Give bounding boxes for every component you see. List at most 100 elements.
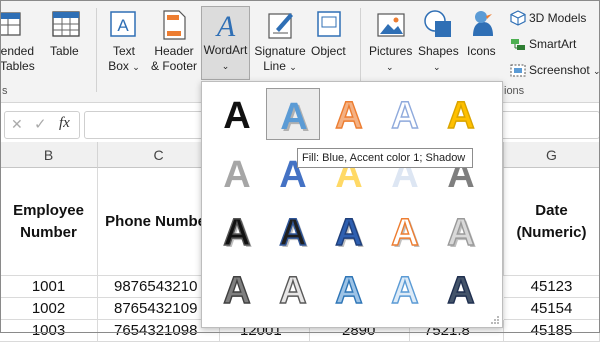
svg-text:A: A xyxy=(447,95,474,137)
table-cell[interactable]: 45123 xyxy=(504,276,600,298)
svg-text:A: A xyxy=(223,270,250,312)
text-box-icon[interactable]: A xyxy=(108,9,138,39)
wordart-letter-icon: AA xyxy=(335,211,365,256)
wordart-style-pattern-white-gray[interactable]: A xyxy=(266,263,320,315)
svg-text:A: A xyxy=(279,212,306,254)
wordart-button[interactable]: A WordArt ⌄ xyxy=(201,6,250,80)
header-footer-icon[interactable] xyxy=(159,9,189,41)
group-separator xyxy=(360,8,361,92)
wordart-letter-icon: AA xyxy=(223,211,253,256)
svg-text:A: A xyxy=(391,270,418,312)
group-separator xyxy=(96,8,97,92)
wordart-letter-icon: A xyxy=(391,269,420,312)
wordart-style-gradient-silver[interactable]: AA xyxy=(434,205,488,257)
wordart-letter-icon: AA xyxy=(280,96,309,140)
table-cell[interactable]: 1003 xyxy=(0,320,98,342)
table-cell[interactable]: 1002 xyxy=(0,298,98,320)
svg-text:A: A xyxy=(223,154,250,196)
svg-text:A: A xyxy=(117,16,129,35)
wordart-label: WordArt xyxy=(203,43,248,57)
svg-text:A: A xyxy=(447,212,474,254)
column-header-g[interactable]: G xyxy=(504,142,600,168)
svg-text:A: A xyxy=(335,95,362,137)
table-icon[interactable] xyxy=(51,9,81,39)
wordart-letter-icon: A xyxy=(223,269,252,312)
signature-line-icon[interactable] xyxy=(266,9,296,41)
table-cell[interactable]: 45154 xyxy=(504,298,600,320)
chevron-down-icon: ⌄ xyxy=(221,61,230,71)
svg-text:A: A xyxy=(335,212,362,254)
svg-text:A: A xyxy=(335,270,362,312)
chevron-down-icon: ⌄ xyxy=(386,62,394,72)
wordart-style-fill-blue-accent1-shadow[interactable]: AA xyxy=(266,88,320,140)
svg-text:A: A xyxy=(215,10,236,41)
wordart-letter-icon: A xyxy=(223,154,250,196)
table-button[interactable]: Table xyxy=(50,44,79,59)
extended-tables-label[interactable]: ended Tables xyxy=(0,44,35,74)
wordart-style-fill-black-blue-shadow[interactable]: AA xyxy=(266,205,320,257)
header-cell-date-numeric[interactable]: Date (Numeric) xyxy=(504,168,600,276)
header-footer-button[interactable]: Header & Footer xyxy=(149,44,199,74)
signature-line-button[interactable]: Signature Line ⌄ xyxy=(252,44,308,75)
wordart-style-fill-white-outline-accent1[interactable]: A xyxy=(378,88,432,140)
extended-tables-icon[interactable] xyxy=(0,10,24,40)
cancel-icon[interactable]: ✕ xyxy=(11,116,23,133)
smartart-icon[interactable] xyxy=(510,36,526,52)
wordart-style-gradient-blue[interactable]: AA xyxy=(322,205,376,257)
object-icon[interactable] xyxy=(315,9,345,39)
wordart-style-pattern-light-blue[interactable]: A xyxy=(378,263,432,315)
wordart-letter-icon: AA xyxy=(391,211,421,256)
svg-text:A: A xyxy=(223,95,250,137)
3d-models-icon[interactable] xyxy=(510,10,526,26)
header-cell-employee-number[interactable]: Employee Number xyxy=(0,168,98,276)
svg-text:A: A xyxy=(391,212,418,254)
pictures-button[interactable]: Pictures xyxy=(369,44,412,59)
chevron-down-icon: ⌄ xyxy=(593,66,600,76)
chevron-down-icon: ⌄ xyxy=(289,62,297,72)
chevron-down-icon: ⌄ xyxy=(433,62,441,72)
resize-grip-icon[interactable] xyxy=(490,315,500,325)
wordart-style-fill-white-orange-outline[interactable]: AA xyxy=(378,205,432,257)
screenshot-button[interactable]: Screenshot ⌄ xyxy=(529,63,600,79)
formula-buttons: ✕ ✓ fx xyxy=(4,111,80,139)
tooltip: Fill: Blue, Accent color 1; Shadow xyxy=(297,148,473,168)
enter-icon[interactable]: ✓ xyxy=(34,115,47,133)
svg-text:A: A xyxy=(447,270,474,312)
icons-icon[interactable] xyxy=(467,8,497,40)
shapes-button[interactable]: Shapes xyxy=(418,44,459,59)
wordart-style-pattern-dark-blue[interactable]: A xyxy=(434,263,488,315)
column-header-b[interactable]: B xyxy=(0,142,98,168)
smartart-button[interactable]: SmartArt xyxy=(529,37,576,52)
group-label-tables: s xyxy=(2,85,8,97)
wordart-style-fill-black-shadow[interactable]: AA xyxy=(210,205,264,257)
wordart-style-fill-orange-accent2-outline[interactable]: A xyxy=(322,88,376,140)
text-box-button[interactable]: Text Box ⌄ xyxy=(106,44,142,75)
wordart-letter-icon: A xyxy=(223,95,250,137)
wordart-style-pattern-blue[interactable]: A xyxy=(322,263,376,315)
table-cell[interactable]: 1001 xyxy=(0,276,98,298)
wordart-letter-icon: A xyxy=(391,94,420,137)
wordart-letter-icon: A xyxy=(279,269,308,312)
3d-models-button[interactable]: 3D Models xyxy=(529,11,586,26)
screenshot-icon[interactable] xyxy=(510,62,526,78)
shapes-icon[interactable] xyxy=(422,8,454,40)
wordart-style-fill-gray-50[interactable]: A xyxy=(210,147,264,199)
chevron-down-icon: ⌄ xyxy=(132,62,140,72)
object-button[interactable]: Object xyxy=(311,44,346,59)
pictures-icon[interactable] xyxy=(376,11,406,39)
wordart-style-pattern-gray[interactable]: A xyxy=(210,263,264,315)
icons-button[interactable]: Icons xyxy=(467,44,496,59)
svg-text:A: A xyxy=(279,270,306,312)
wordart-gallery: AAAAAAAAAAAAAAAAAAAAAAAAAA xyxy=(201,81,503,328)
svg-text:A: A xyxy=(391,95,418,137)
wordart-icon: A xyxy=(215,10,236,41)
wordart-letter-icon: A xyxy=(335,94,364,137)
wordart-style-fill-gold-accent4[interactable]: A xyxy=(434,88,488,140)
insert-function-icon[interactable]: fx xyxy=(59,115,70,132)
table-cell[interactable]: 45185 xyxy=(504,320,600,342)
svg-text:A: A xyxy=(280,96,307,138)
wordart-style-fill-black-text[interactable]: A xyxy=(210,88,264,140)
group-label-illustrations: ions xyxy=(504,85,525,97)
wordart-letter-icon: AA xyxy=(447,211,477,256)
svg-text:A: A xyxy=(223,212,250,254)
